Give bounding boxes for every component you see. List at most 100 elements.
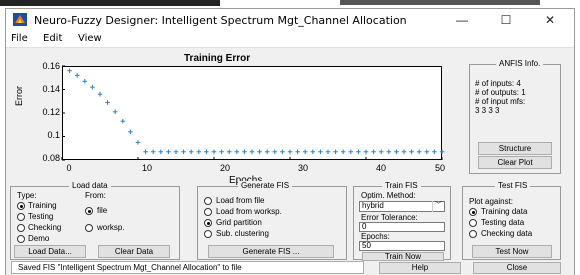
from-workspace-radio[interactable] [85, 224, 93, 232]
data-point [378, 149, 384, 155]
test-fis-panel: Test FIS Plot against: Training data Tes… [462, 181, 561, 260]
type-demo-label: Demo [28, 234, 50, 243]
designer-panel: Training Error 0.16 0.14 0.12 0.1 0.08 0… [6, 48, 574, 275]
data-point [188, 149, 194, 155]
window-title: Neuro-Fuzzy Designer: Intelligent Spectr… [34, 14, 407, 27]
error-tolerance-input[interactable]: 0 [359, 222, 445, 232]
clear-data-button[interactable]: Clear Data [98, 245, 170, 258]
clear-plot-button[interactable]: Clear Plot [478, 156, 552, 169]
chevron-down-icon[interactable]: ﹀ [432, 201, 444, 212]
data-point [204, 149, 209, 155]
data-point [386, 149, 392, 155]
data-point [409, 149, 414, 155]
help-button[interactable]: Help [379, 262, 461, 274]
y-tick-label: 0.1 [47, 130, 60, 140]
load-from-workspace-label: Load from worksp. [216, 207, 282, 216]
maximize-button[interactable]: ☐ [484, 9, 528, 31]
data-point [135, 140, 141, 145]
anfis-info-title: ANFIS Info. [496, 59, 544, 68]
error-tolerance-label: Error Tolerance: [361, 213, 418, 222]
data-point [150, 149, 156, 155]
generate-fis-title: Generate FIS [238, 181, 293, 190]
train-now-button[interactable]: Train Now [362, 252, 444, 261]
data-point [432, 149, 437, 155]
type-label: Type: [17, 191, 37, 200]
data-point [356, 149, 361, 155]
type-checking-label: Checking [28, 223, 62, 232]
data-point [264, 149, 270, 155]
matlab-app-icon [13, 13, 27, 26]
minimize-button[interactable]: — [440, 9, 484, 31]
data-point [280, 149, 285, 155]
y-tick-label: 0.16 [42, 61, 60, 71]
type-training-radio[interactable] [17, 202, 25, 210]
type-testing-radio[interactable] [17, 213, 25, 221]
data-point [166, 149, 171, 155]
y-tick-label: 0.14 [42, 84, 60, 94]
data-point [295, 149, 300, 155]
data-point [310, 149, 316, 155]
load-from-file-radio[interactable] [204, 197, 212, 205]
load-from-file-label: Load from file [216, 196, 265, 205]
data-point [401, 149, 407, 155]
from-file-radio[interactable] [85, 207, 93, 215]
load-from-workspace-radio[interactable] [204, 208, 212, 216]
train-fis-panel: Train FIS Optim. Method: hybrid ﹀ Error … [353, 181, 451, 261]
close-window-button[interactable]: ✕ [528, 9, 572, 31]
menu-file[interactable]: File [11, 33, 28, 44]
data-point [325, 149, 331, 155]
data-point [416, 149, 422, 155]
num-input-mfs-text: # of input mfs: [475, 97, 526, 106]
sub-clustering-radio[interactable] [204, 230, 212, 238]
plot-training-data-radio[interactable] [469, 208, 477, 216]
optim-method-value: hybrid [362, 201, 384, 210]
num-outputs-text: # of outputs: 1 [475, 88, 526, 97]
epochs-label: Epochs: [361, 232, 390, 241]
y-tick-label: 0.08 [42, 153, 60, 163]
epochs-input[interactable]: 50 [359, 241, 445, 251]
from-file-label: file [97, 206, 108, 215]
plot-against-label: Plot against: [469, 197, 514, 206]
data-point [211, 149, 217, 155]
x-tick-label: 10 [141, 163, 152, 173]
type-testing-label: Testing [28, 212, 54, 221]
generate-fis-button[interactable]: Generate FIS ... [208, 245, 334, 258]
plot-checking-data-radio[interactable] [469, 230, 477, 238]
plot-checking-data-label: Checking data [481, 229, 533, 238]
status-message: Saved FIS "Intelligent Spectrum Mgt_Chan… [11, 261, 364, 274]
data-point [226, 149, 232, 155]
close-button[interactable]: Close [473, 262, 561, 274]
plot-testing-data-label: Testing data [481, 218, 525, 227]
data-point [181, 149, 186, 155]
data-point [67, 68, 72, 73]
optim-method-select[interactable]: hybrid ﹀ [359, 201, 445, 212]
data-point [219, 149, 224, 155]
data-point [340, 149, 346, 155]
structure-button[interactable]: Structure [478, 142, 552, 155]
data-point [158, 149, 164, 155]
x-tick-label: 20 [219, 163, 230, 173]
num-inputs-text: # of inputs: 4 [475, 79, 521, 88]
load-data-panel: Load data Type: From: Training Testing C… [10, 181, 180, 260]
test-now-button[interactable]: Test Now [472, 245, 552, 258]
menu-bar: File Edit View [6, 31, 574, 48]
menu-edit[interactable]: Edit [43, 33, 62, 44]
title-bar[interactable]: Neuro-Fuzzy Designer: Intelligent Spectr… [6, 9, 574, 31]
neuro-fuzzy-designer-window: Neuro-Fuzzy Designer: Intelligent Spectr… [5, 8, 575, 275]
data-point [173, 149, 179, 155]
data-point [371, 149, 376, 155]
load-data-title: Load data [69, 181, 111, 190]
type-demo-radio[interactable] [17, 235, 25, 243]
plot-testing-data-radio[interactable] [469, 219, 477, 227]
data-point [394, 149, 399, 155]
data-point [439, 149, 445, 155]
screen-top-dark-strip [0, 0, 220, 6]
chart-title: Training Error [184, 53, 251, 64]
type-checking-radio[interactable] [17, 224, 25, 232]
menu-view[interactable]: View [78, 33, 102, 44]
load-data-button[interactable]: Load Data... [14, 245, 86, 258]
data-point [97, 91, 103, 97]
anfis-info-panel: ANFIS Info. # of inputs: 4 # of outputs:… [469, 59, 561, 174]
data-point [333, 149, 338, 155]
grid-partition-radio[interactable] [204, 219, 212, 227]
